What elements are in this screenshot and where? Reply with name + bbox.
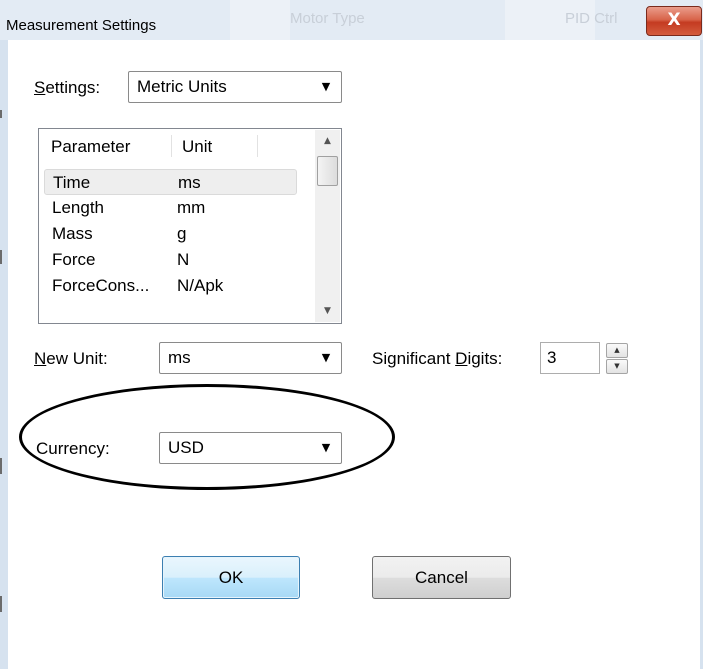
parameter-name: Time (53, 173, 91, 192)
significant-digits-input[interactable]: 3 (540, 342, 600, 374)
parameter-name: Length (52, 198, 104, 217)
significant-digits-value: 3 (547, 348, 557, 367)
list-item[interactable]: Mass g (44, 221, 314, 247)
list-item[interactable]: Length mm (44, 195, 314, 221)
chevron-down-icon: ▼ (321, 351, 331, 364)
parameter-name: ForceCons... (52, 276, 150, 295)
close-button[interactable]: X (646, 6, 702, 36)
scrollbar-thumb[interactable] (317, 156, 338, 186)
ok-button[interactable]: OK (162, 556, 300, 599)
window-left-border (0, 40, 8, 669)
parameter-name: Mass (52, 224, 93, 243)
list-item[interactable]: ForceCons... N/Apk (44, 273, 314, 299)
background-window-title: PID Ctrl (565, 10, 618, 27)
vertical-scrollbar[interactable]: ▲ ▼ (315, 130, 340, 322)
settings-label: Settings: (34, 78, 101, 97)
scroll-up-icon[interactable]: ▲ (315, 132, 340, 150)
close-icon: X (667, 10, 681, 30)
column-header-unit[interactable]: Unit (182, 137, 212, 157)
list-item[interactable]: Time ms (44, 169, 297, 195)
chevron-down-icon: ▼ (321, 80, 331, 93)
parameter-unit: N/Apk (177, 276, 224, 295)
settings-dropdown[interactable]: Metric Units ▼ (128, 71, 342, 103)
new-unit-dropdown[interactable]: ms ▼ (159, 342, 342, 374)
spin-down-icon[interactable]: ▼ (606, 359, 628, 374)
border-mark (0, 110, 2, 118)
parameter-unit: N (177, 250, 190, 269)
new-unit-label: New Unit: (34, 349, 108, 368)
cancel-button[interactable]: Cancel (372, 556, 511, 599)
background-window-title: Motor Type (290, 10, 365, 27)
border-mark (0, 250, 2, 264)
parameter-unit-list[interactable]: Parameter Unit Time ms Length mm Mass g … (38, 128, 342, 324)
title-bar-glare (230, 0, 290, 40)
column-header-parameter[interactable]: Parameter (51, 137, 130, 157)
significant-digits-spinner[interactable]: ▲ ▼ (606, 342, 628, 374)
spin-up-icon[interactable]: ▲ (606, 343, 628, 358)
parameter-unit: ms (178, 173, 201, 192)
dialog-title: Measurement Settings (6, 17, 157, 34)
parameter-name: Force (52, 250, 96, 269)
parameter-unit: g (177, 224, 187, 243)
border-mark (0, 596, 2, 612)
new-unit-dropdown-value: ms (168, 348, 191, 367)
significant-digits-label: Significant Digits: (372, 349, 503, 368)
list-item[interactable]: Force N (44, 247, 314, 273)
border-mark (0, 458, 2, 474)
measurement-settings-dialog: Motor Type PID Ctrl Measurement Settings… (0, 0, 703, 669)
column-divider (257, 135, 258, 157)
highlight-ellipse-annotation (19, 384, 395, 490)
scroll-down-icon[interactable]: ▼ (315, 302, 340, 320)
title-bar: Motor Type PID Ctrl Measurement Settings… (0, 0, 703, 40)
settings-dropdown-value: Metric Units (137, 77, 227, 96)
column-divider (171, 135, 172, 157)
parameter-unit: mm (177, 198, 206, 217)
